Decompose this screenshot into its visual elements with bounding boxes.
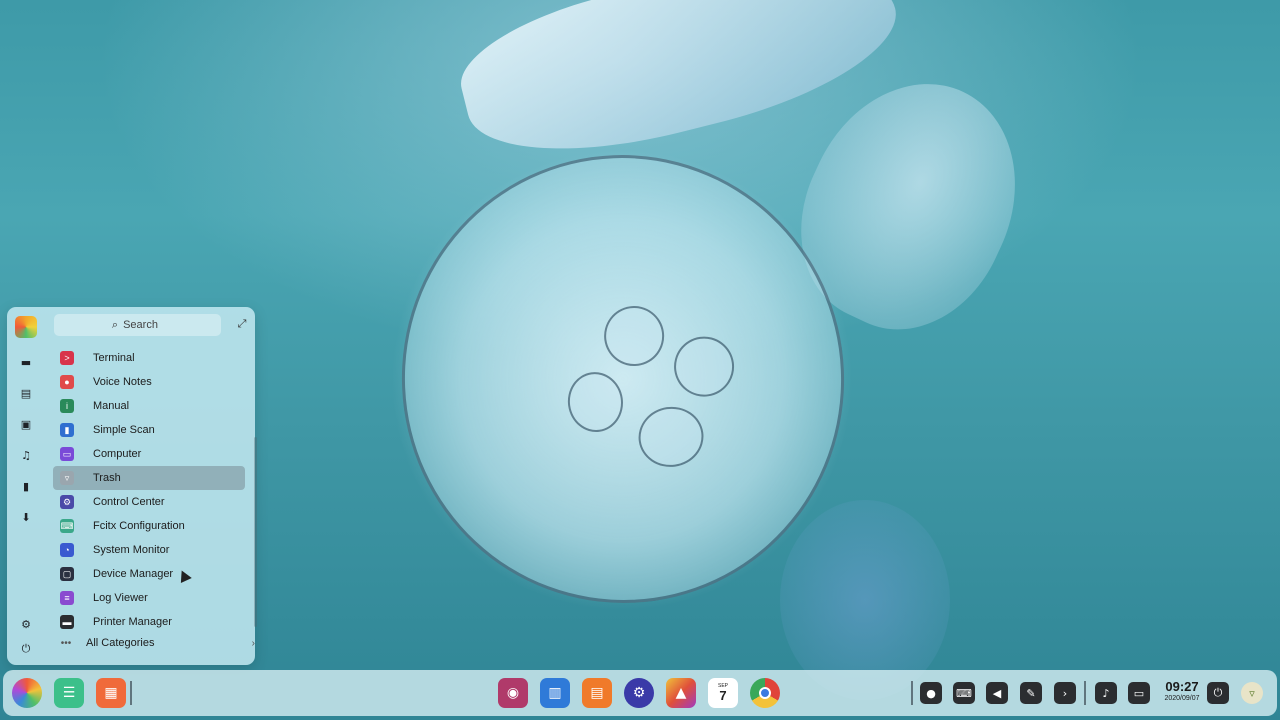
dock-separator: [130, 681, 132, 705]
app-item-manual[interactable]: i Manual: [53, 394, 245, 418]
app-item-voice-notes[interactable]: ● Voice Notes: [53, 370, 245, 394]
app-item-device-manager[interactable]: ▢ Device Manager: [53, 562, 245, 586]
multitask-view-icon[interactable]: ☰: [54, 678, 84, 708]
app-item-label: Terminal: [93, 352, 135, 364]
app-item-label: Simple Scan: [93, 424, 155, 436]
app-item-label: Log Viewer: [93, 592, 148, 604]
app-item-trash[interactable]: ▿ Trash: [53, 466, 245, 490]
calendar-day: 7: [719, 688, 727, 703]
power-button-icon[interactable]: ⏻: [1207, 682, 1229, 704]
all-categories-button[interactable]: ••• All Categories ›: [59, 635, 255, 651]
power-icon[interactable]: ⏻: [19, 642, 33, 656]
app-item-fcitx-configuration[interactable]: ⌨ Fcitx Configuration: [53, 514, 245, 538]
app-item-label: Control Center: [93, 496, 165, 508]
image-viewer-icon[interactable]: ▲: [666, 678, 696, 708]
screen-recorder-icon[interactable]: ●: [920, 682, 942, 704]
fullscreen-expand-icon[interactable]: ⤢: [235, 317, 249, 331]
category-all-icon[interactable]: ▬: [19, 355, 33, 369]
app-item-label: Trash: [93, 472, 121, 484]
app-item-computer[interactable]: ▭ Computer: [53, 442, 245, 466]
settings-gear-icon[interactable]: ⚙: [19, 617, 33, 631]
jellyfish-lobe: [564, 368, 627, 436]
control-center-dock-icon[interactable]: ⚙: [624, 678, 654, 708]
app-item-label: Manual: [93, 400, 130, 412]
more-dots-icon: •••: [60, 637, 72, 649]
app-list: > Terminal ● Voice Notes i Manual ▮ Simple Scan…: [53, 346, 245, 634]
category-downloads-icon[interactable]: ⬇: [19, 510, 33, 524]
dock-separator: [911, 681, 913, 705]
app-item-log-viewer[interactable]: ≡ Log Viewer: [53, 586, 245, 610]
search-input[interactable]: [123, 319, 164, 331]
launcher-logo-icon[interactable]: [15, 316, 37, 338]
jellyfish-lobe: [670, 332, 738, 401]
category-music-icon[interactable]: ♫: [19, 448, 33, 462]
screenshot-pen-icon[interactable]: ✎: [1020, 682, 1042, 704]
category-pictures-icon[interactable]: ▣: [19, 417, 33, 431]
app-store-icon[interactable]: ▤: [582, 678, 612, 708]
app-item-label: Computer: [93, 448, 142, 460]
fcitx-icon: ⌨: [60, 519, 74, 533]
trash-icon: ▿: [60, 471, 74, 485]
dock-separator: [1084, 681, 1086, 705]
computer-icon: ▭: [60, 447, 74, 461]
file-manager-icon[interactable]: ▥: [540, 678, 570, 708]
device-manager-icon: ▢: [60, 567, 74, 581]
jellyfish-lobe: [600, 302, 669, 370]
log-viewer-icon: ≡: [60, 591, 74, 605]
app-launcher: ▬ ▤ ▣ ♫ ▮ ⬇ ⚙ ⏻ ⌕ ⤢ > Terminal ● Voice Note…: [7, 307, 257, 665]
notification-bell-icon[interactable]: ♪: [1095, 682, 1117, 704]
clock-widget[interactable]: 09:27 2020/09/07: [1160, 680, 1204, 704]
app-item-printer-manager[interactable]: ▬ Printer Manager: [53, 610, 245, 634]
tray-expand-chevron-icon[interactable]: ›: [1054, 682, 1076, 704]
notification-center-icon[interactable]: ▭: [1128, 682, 1150, 704]
camera-app-icon[interactable]: ◉: [498, 678, 528, 708]
app-item-label: Voice Notes: [93, 376, 152, 388]
trash-dock-icon[interactable]: ▿: [1241, 682, 1263, 704]
chrome-browser-icon[interactable]: [750, 678, 780, 708]
search-icon: ⌕: [111, 318, 119, 331]
taskbar-dock: ☰ ▦ ◉ ▥ ▤ ⚙ ▲ SEP 7 ● ⌨ ◀ ✎ › ♪ ▭ 09:27 …: [3, 670, 1277, 716]
printer-manager-icon: ▬: [60, 615, 74, 629]
calendar-app-icon[interactable]: SEP 7: [708, 678, 738, 708]
app-item-label: Fcitx Configuration: [93, 520, 185, 532]
category-documents-icon[interactable]: ▤: [19, 386, 33, 400]
show-desktop-icon[interactable]: ▦: [96, 678, 126, 708]
app-item-control-center[interactable]: ⚙ Control Center: [53, 490, 245, 514]
category-videos-icon[interactable]: ▮: [19, 479, 33, 493]
clock-time: 09:27: [1165, 679, 1199, 694]
launcher-button-icon[interactable]: [12, 678, 42, 708]
jellyfish-lobe: [634, 402, 708, 472]
app-item-label: Printer Manager: [93, 616, 172, 628]
simple-scan-icon: ▮: [60, 423, 74, 437]
terminal-icon: >: [60, 351, 74, 365]
app-item-label: Device Manager: [93, 568, 174, 580]
clock-date: 2020/09/07: [1164, 695, 1200, 702]
manual-icon: i: [60, 399, 74, 413]
system-monitor-icon: ◔: [60, 543, 74, 557]
all-categories-label: All Categories: [86, 637, 155, 649]
search-field[interactable]: ⌕: [54, 314, 221, 336]
app-item-label: System Monitor: [93, 544, 170, 556]
app-list-scrollbar[interactable]: [254, 437, 257, 627]
keyboard-icon[interactable]: ⌨: [953, 682, 975, 704]
app-item-terminal[interactable]: > Terminal: [53, 346, 245, 370]
voice-notes-icon: ●: [60, 375, 74, 389]
app-item-system-monitor[interactable]: ◔ System Monitor: [53, 538, 245, 562]
chevron-right-icon: ›: [251, 637, 255, 649]
app-item-simple-scan[interactable]: ▮ Simple Scan: [53, 418, 245, 442]
volume-icon[interactable]: ◀: [986, 682, 1008, 704]
control-center-icon: ⚙: [60, 495, 74, 509]
